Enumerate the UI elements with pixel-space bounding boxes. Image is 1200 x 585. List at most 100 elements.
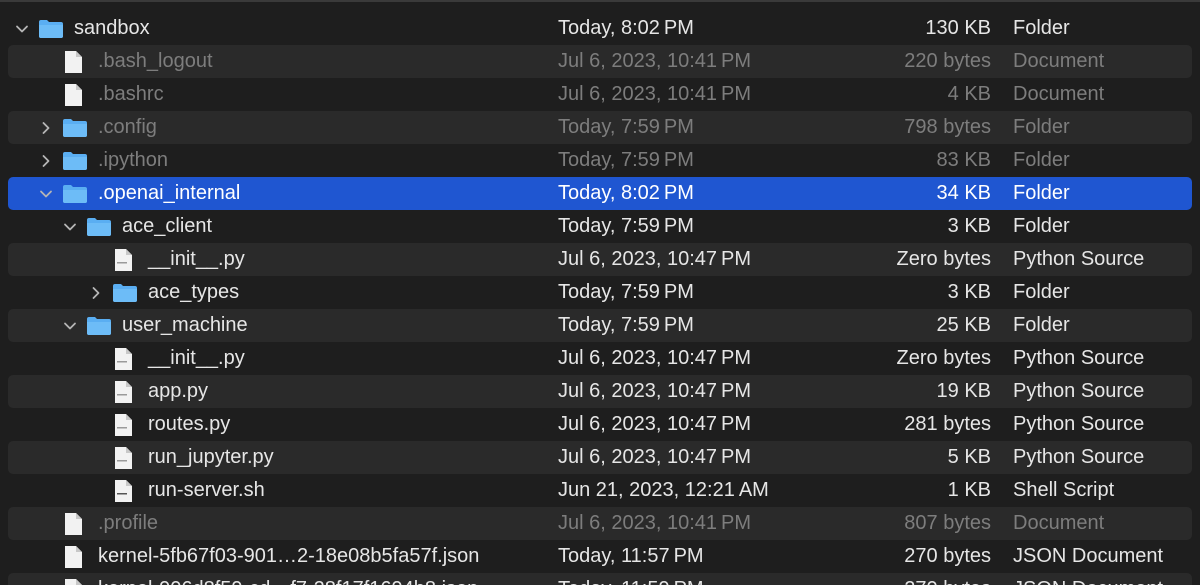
file-name: routes.py — [148, 413, 231, 435]
file-kind: Python Source — [1013, 446, 1145, 468]
date-modified: Jul 6, 2023, 10:47 PM — [558, 347, 752, 369]
file-size: 281 bytes — [904, 413, 991, 435]
file-size: 4 KB — [947, 83, 991, 105]
document-icon — [62, 50, 88, 74]
folder-icon — [62, 182, 88, 206]
file-size: 270 bytes — [904, 545, 991, 567]
date-modified: Jul 6, 2023, 10:47 PM — [558, 248, 752, 270]
file-name-cell: .bash_logout — [38, 45, 213, 78]
file-name: .openai_internal — [98, 182, 241, 204]
file-size: Zero bytes — [896, 347, 991, 369]
file-name-cell: user_machine — [62, 309, 248, 342]
file-row[interactable]: ace_types Today, 7:59 PM 3 KB Folder — [8, 276, 1192, 309]
chevron-down-icon[interactable] — [14, 21, 30, 37]
chevron-right-icon[interactable] — [38, 153, 54, 169]
file-row[interactable]: kernel-5fb67f03-901…2-18e08b5fa57f.json T… — [8, 540, 1192, 573]
date-modified: Today, 7:59 PM — [558, 215, 694, 237]
file-name-cell: routes.py — [88, 408, 230, 441]
file-kind: Folder — [1013, 182, 1070, 204]
date-modified: Today, 7:59 PM — [558, 149, 694, 171]
file-size: 83 KB — [936, 149, 991, 171]
date-modified: Jul 6, 2023, 10:47 PM — [558, 446, 752, 468]
file-row[interactable]: .bash_logout Jul 6, 2023, 10:41 PM 220 byt… — [8, 45, 1192, 78]
file-size: 3 KB — [947, 215, 991, 237]
python-file-icon — [112, 413, 138, 437]
python-file-icon — [112, 446, 138, 470]
python-file-icon — [112, 380, 138, 404]
file-name: .ipython — [98, 149, 169, 171]
date-modified: Today, 8:02 PM — [558, 17, 694, 39]
file-row[interactable]: .openai_internal Today, 8:02 PM 34 KB Folde… — [8, 177, 1192, 210]
file-size: 807 bytes — [904, 512, 991, 534]
chevron-right-icon[interactable] — [88, 285, 104, 301]
file-size: 1 KB — [947, 479, 991, 501]
file-name: run-server.sh — [148, 479, 265, 501]
chevron-right-icon[interactable] — [38, 120, 54, 136]
date-modified: Jul 6, 2023, 10:47 PM — [558, 413, 752, 435]
chevron-down-icon[interactable] — [62, 318, 78, 334]
file-name-cell: .ipython — [38, 144, 168, 177]
file-name: .bashrc — [98, 83, 164, 105]
file-name-cell: run-server.sh — [88, 474, 265, 507]
file-name: user_machine — [122, 314, 248, 336]
file-name-cell: ace_client — [62, 210, 212, 243]
file-row[interactable]: __init__.py Jul 6, 2023, 10:47 PM Zero byt… — [8, 342, 1192, 375]
chevron-down-icon[interactable] — [62, 219, 78, 235]
file-kind: Folder — [1013, 116, 1070, 138]
file-size: 25 KB — [936, 314, 991, 336]
file-row[interactable]: kernel-906d8f59-cd…f7-28f17f1694b8.json T… — [8, 573, 1192, 585]
file-kind: Shell Script — [1013, 479, 1115, 501]
folder-icon — [38, 17, 64, 41]
file-kind: Python Source — [1013, 380, 1145, 402]
file-size: 3 KB — [947, 281, 991, 303]
date-modified: Jul 6, 2023, 10:41 PM — [558, 512, 752, 534]
file-kind: Folder — [1013, 17, 1070, 39]
file-size: 5 KB — [947, 446, 991, 468]
file-row[interactable]: run_jupyter.py Jul 6, 2023, 10:47 PM 5 KB P… — [8, 441, 1192, 474]
file-name-cell: .profile — [38, 507, 158, 540]
file-kind: Document — [1013, 512, 1105, 534]
date-modified: Jul 6, 2023, 10:47 PM — [558, 380, 752, 402]
file-name-cell: sandbox — [14, 12, 150, 45]
file-row[interactable]: __init__.py Jul 6, 2023, 10:47 PM Zero byt… — [8, 243, 1192, 276]
file-name-cell: .bashrc — [38, 78, 164, 111]
file-row[interactable]: .bashrc Jul 6, 2023, 10:41 PM 4 KB Document — [8, 78, 1192, 111]
date-modified: Today, 7:59 PM — [558, 281, 694, 303]
file-name-cell: kernel-906d8f59-cd…f7-28f17f1694b8.json — [38, 573, 478, 585]
date-modified: Jul 6, 2023, 10:41 PM — [558, 50, 752, 72]
folder-icon — [62, 116, 88, 140]
file-name: kernel-5fb67f03-901…2-18e08b5fa57f.json — [98, 545, 480, 567]
file-size: 270 bytes — [808, 573, 991, 585]
file-name: run_jupyter.py — [148, 446, 274, 468]
file-size: 220 bytes — [904, 50, 991, 72]
date-modified: Today, 11:57 PM — [558, 545, 704, 567]
file-kind: Python Source — [1013, 413, 1145, 435]
file-name: .config — [98, 116, 157, 138]
file-name: .profile — [98, 512, 159, 534]
file-row[interactable]: .config Today, 7:59 PM 798 bytes Folder — [8, 111, 1192, 144]
file-name: app.py — [148, 380, 209, 402]
file-row[interactable]: app.py Jul 6, 2023, 10:47 PM 19 KB Python S… — [8, 375, 1192, 408]
date-modified: Today, 8:02 PM — [558, 182, 694, 204]
file-row[interactable]: ace_client Today, 7:59 PM 3 KB Folder — [8, 210, 1192, 243]
shell-file-icon — [112, 479, 138, 503]
file-kind: JSON Document — [1013, 545, 1164, 567]
file-name: kernel-906d8f59-cd…f7-28f17f1694b8.json — [98, 573, 478, 585]
file-row[interactable]: run-server.sh Jun 21, 2023, 12:21 AM 1 KB S… — [8, 474, 1192, 507]
file-size: 798 bytes — [904, 116, 991, 138]
python-file-icon — [112, 248, 138, 272]
file-row[interactable]: .ipython Today, 7:59 PM 83 KB Folder — [8, 144, 1192, 177]
file-name: __init__.py — [148, 347, 245, 369]
file-name-cell: app.py — [88, 375, 208, 408]
file-size: 34 KB — [936, 182, 991, 204]
file-row[interactable]: .profile Jul 6, 2023, 10:41 PM 807 bytes Do… — [8, 507, 1192, 540]
file-name-cell: .config — [38, 111, 157, 144]
file-size: 130 KB — [925, 17, 991, 39]
file-row[interactable]: user_machine Today, 7:59 PM 25 KB Folder — [8, 309, 1192, 342]
chevron-down-icon[interactable] — [38, 186, 54, 202]
file-kind: Document — [1013, 50, 1105, 72]
folder-icon — [62, 149, 88, 173]
file-row[interactable]: sandbox Today, 8:02 PM 130 KB Folder — [8, 12, 1192, 45]
file-name: __init__.py — [148, 248, 245, 270]
file-row[interactable]: routes.py Jul 6, 2023, 10:47 PM 281 bytes P… — [8, 408, 1192, 441]
